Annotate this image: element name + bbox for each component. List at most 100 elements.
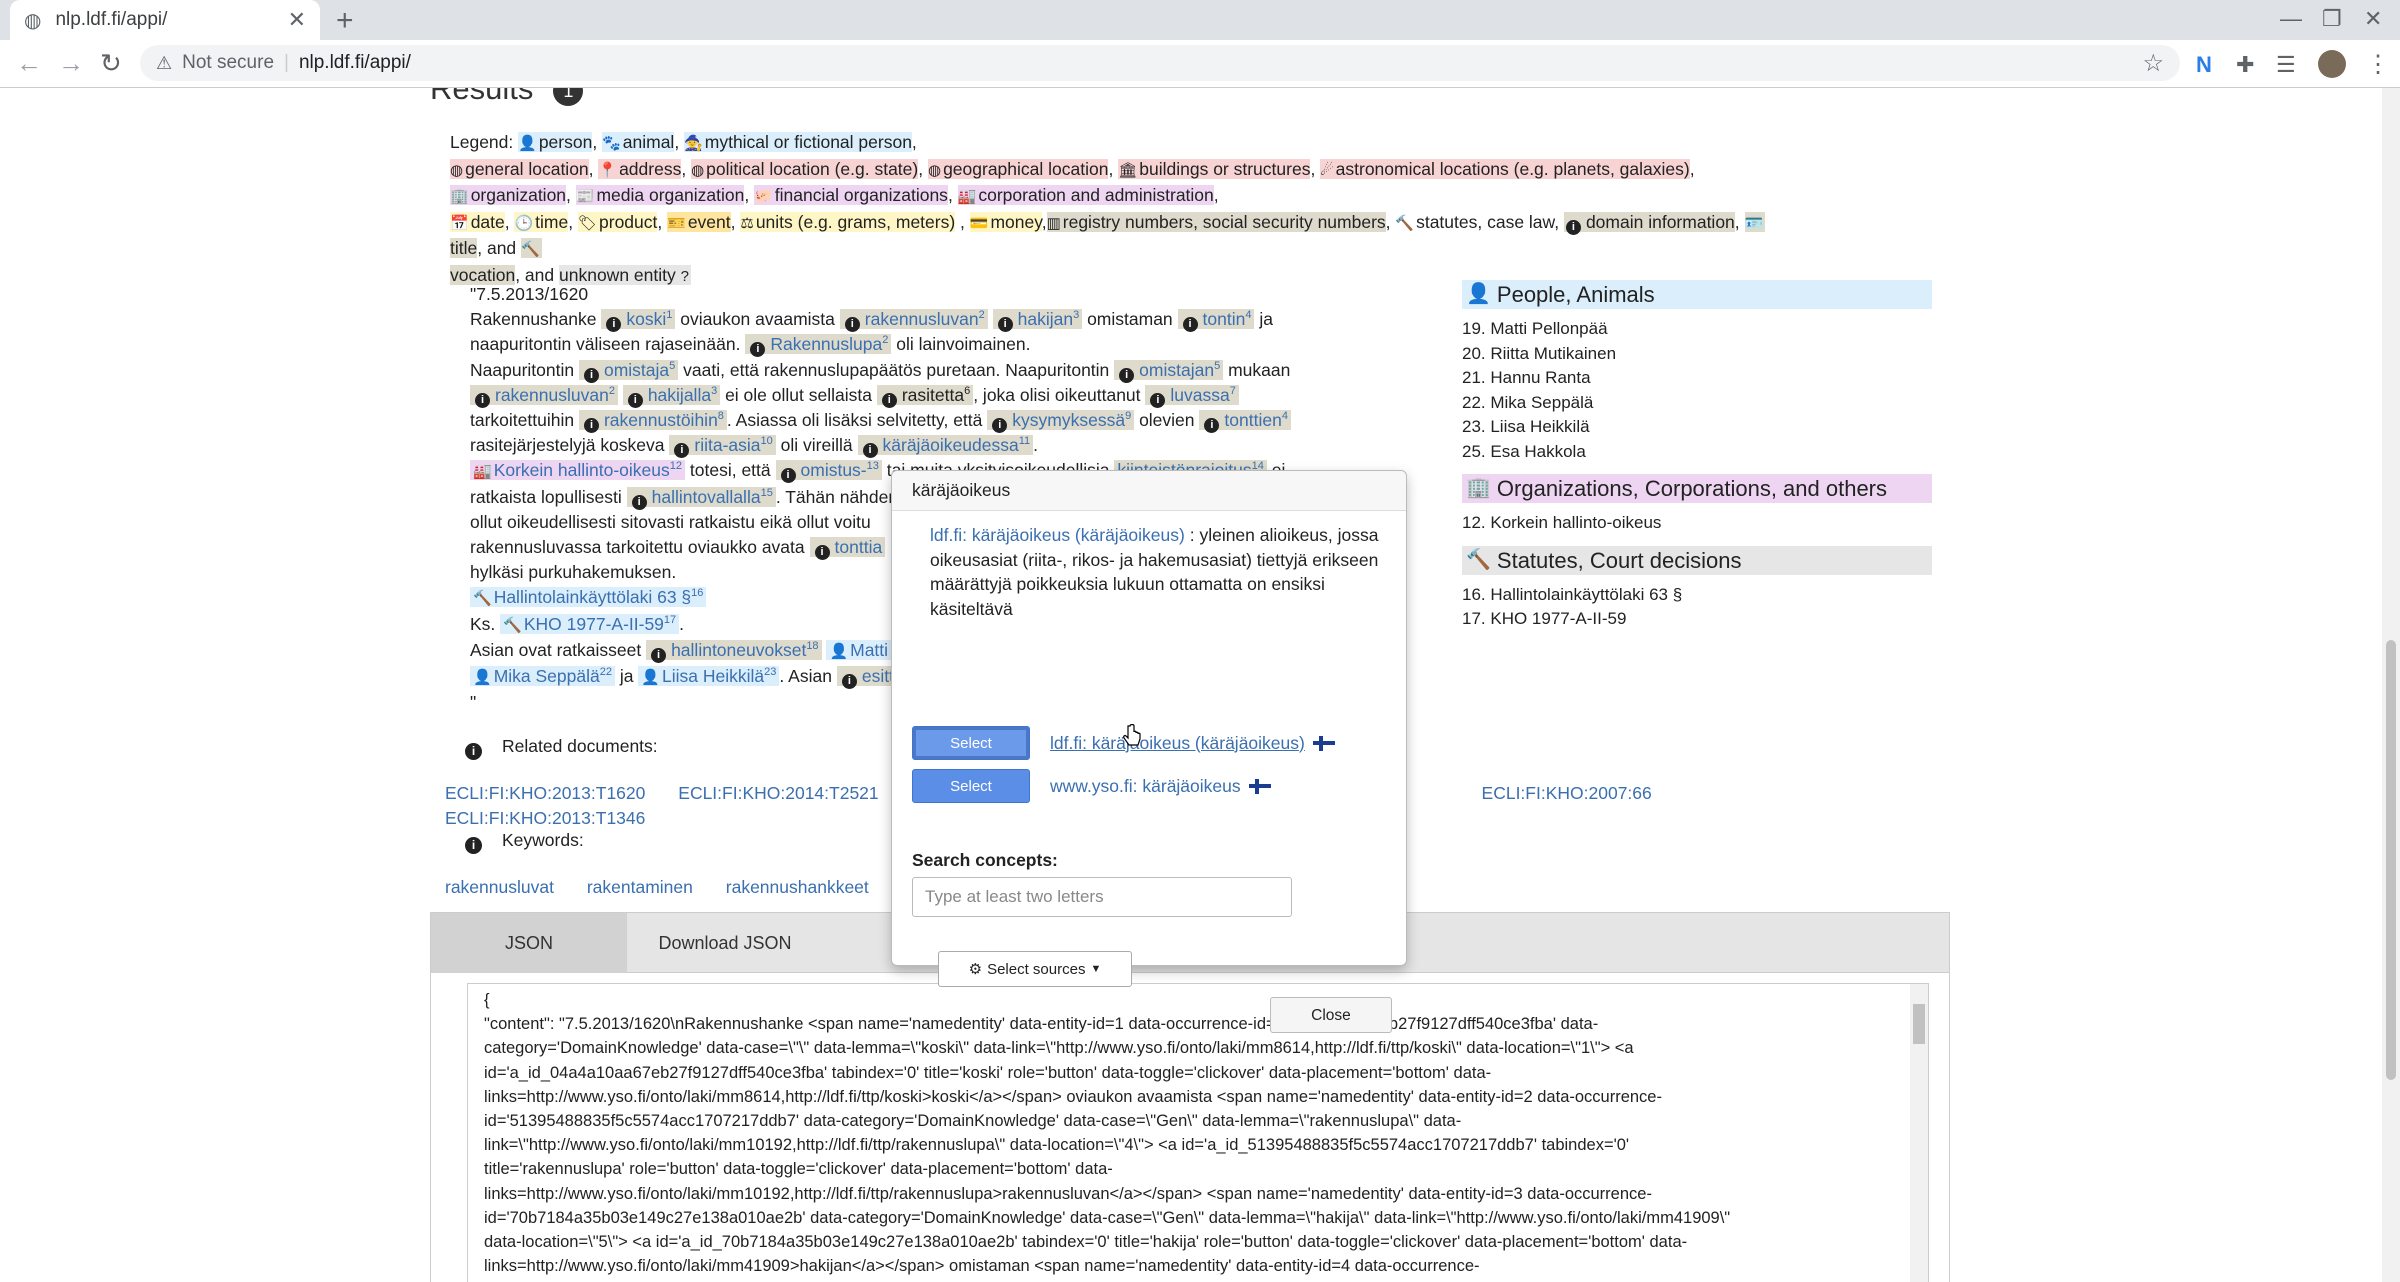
- entity-tonttien[interactable]: i tonttien4: [1199, 410, 1291, 434]
- doc-text: Rakennushanke: [470, 309, 597, 330]
- entity-rakennustoihin[interactable]: i rakennustöihin8: [578, 410, 727, 434]
- entity-hallintoneuvokset[interactable]: i hallintoneuvokset18: [646, 639, 822, 663]
- bookmark-star-icon[interactable]: ☆: [2142, 49, 2164, 78]
- keyword-link[interactable]: rakennusluvat: [445, 877, 554, 897]
- related-doc-link[interactable]: ECLI:FI:KHO:2013:T1620: [445, 783, 645, 803]
- entity-hallintovallalla[interactable]: i hallintovallalla15: [626, 486, 776, 510]
- entity-index: 17: [663, 613, 677, 626]
- finland-flag-icon: [1312, 735, 1335, 751]
- doc-line: rasitejärjestelyjä koskeva i riita-asia10…: [470, 433, 1330, 459]
- entity-hakijan[interactable]: i hakijan3: [992, 309, 1083, 333]
- entity-omistaja[interactable]: i omistaja5: [578, 359, 679, 383]
- entity-text: Liisa Heikkilä: [662, 666, 765, 687]
- legend-buildings-label: buildings or structures: [1139, 158, 1311, 179]
- entity-rakennuslupa[interactable]: i Rakennuslupa2: [745, 334, 892, 358]
- legend-general-location: ◍ general location: [450, 158, 589, 179]
- entity-karajaoikeudessa[interactable]: i käräjäoikeudessa11: [857, 435, 1034, 459]
- related-doc-link[interactable]: ECLI:FI:KHO:2007:66: [1482, 783, 1652, 803]
- extensions-puzzle-icon[interactable]: ✚: [2236, 52, 2254, 78]
- back-icon[interactable]: ←: [16, 48, 42, 79]
- entity-hakijalla[interactable]: i hakijalla3: [622, 384, 721, 408]
- address-bar[interactable]: ⚠ Not secure | nlp.ldf.fi/appi/ ☆: [140, 45, 2180, 81]
- results-heading: Results 1: [430, 88, 584, 107]
- minimize-icon[interactable]: —: [2280, 6, 2302, 32]
- json-scroll-thumb[interactable]: [1913, 1004, 1925, 1044]
- entity-kysymyksessa[interactable]: i kysymyksessä9: [987, 410, 1135, 434]
- entity-index: 22: [599, 666, 612, 679]
- entity-rakennusluvan-2[interactable]: i rakennusluvan2: [470, 384, 618, 408]
- search-concepts-input[interactable]: [912, 877, 1292, 917]
- entity-tontin[interactable]: i tontin4: [1177, 309, 1255, 333]
- concept-desc-link[interactable]: ldf.fi: käräjäoikeus (käräjäoikeus): [930, 525, 1185, 545]
- entity-omistus[interactable]: i omistus-13: [775, 460, 882, 484]
- restore-icon[interactable]: ❐: [2322, 6, 2342, 32]
- close-tab-icon[interactable]: ✕: [288, 7, 306, 33]
- entity-luvassa[interactable]: i luvassa7: [1145, 384, 1239, 408]
- entity-tonttia[interactable]: i tonttia: [809, 537, 886, 561]
- extension-n-icon[interactable]: N: [2196, 52, 2212, 78]
- entity-rakennusluvan[interactable]: i rakennusluvan2: [839, 309, 988, 333]
- concept-option-2: Select www.yso.fi: käräjäoikeus: [912, 769, 1271, 803]
- tab-download-json[interactable]: Download JSON: [627, 913, 823, 973]
- json-textarea[interactable]: { "content": "7.5.2013/1620\nRakennushan…: [467, 983, 1929, 1282]
- entity-rasitetta[interactable]: i rasitetta6: [876, 384, 974, 408]
- doc-line: Naapuritontin i omistaja5 vaati, että rak…: [470, 358, 1330, 383]
- entity-index: 9: [1125, 410, 1132, 423]
- entity-mika-seppala[interactable]: 👤 Mika Seppälä22: [470, 666, 615, 687]
- doc-line: naapuritontin väliseen rajaseinään. i Rak…: [470, 332, 1330, 358]
- entity-matti[interactable]: 👤 Matti: [826, 639, 892, 660]
- close-button[interactable]: Close: [1270, 997, 1392, 1033]
- doc-line: tarkoitettuihin i rakennustöihin8. Asiass…: [470, 408, 1330, 434]
- keyword-link[interactable]: rakennushankkeet: [726, 877, 869, 897]
- select-sources-button[interactable]: ⚙ Select sources ▼: [938, 951, 1132, 987]
- entity-text: tonttia: [834, 537, 883, 558]
- keyword-link[interactable]: rakentaminen: [587, 877, 693, 897]
- new-tab-icon[interactable]: +: [336, 4, 354, 38]
- forward-icon[interactable]: →: [58, 48, 84, 79]
- json-line: links=http://www.yso.fi/onto/laki/mm4190…: [484, 1257, 1480, 1276]
- legend-registry-label: registry numbers, social security number…: [1062, 211, 1386, 232]
- entity-omistajan[interactable]: i omistajan5: [1114, 359, 1224, 383]
- info-icon: i: [606, 317, 622, 333]
- entity-index: 5: [669, 359, 676, 372]
- tags-icon: 🏷: [577, 214, 598, 232]
- reload-icon[interactable]: ↻: [100, 48, 122, 79]
- doc-text: rakennusluvassa tarkoitettu oviaukko ava…: [470, 537, 805, 558]
- entity-index: 2: [882, 334, 889, 347]
- entity-korkein-hallinto-oikeus[interactable]: 🏭 Korkein hallinto-oikeus12: [470, 460, 686, 481]
- entity-koski[interactable]: i koski1: [601, 309, 676, 333]
- concept-option-link[interactable]: www.yso.fi: käräjäoikeus: [1050, 774, 1241, 799]
- legend-general-location-label: general location: [465, 158, 589, 179]
- concept-option-link[interactable]: ldf.fi: käräjäoikeus (käräjäoikeus): [1050, 731, 1305, 756]
- entity-text: käräjäoikeudessa: [882, 435, 1019, 456]
- reading-list-icon[interactable]: ☰: [2276, 52, 2296, 78]
- legend-domain: i domain information: [1563, 211, 1735, 235]
- legend-animal: 🐾 animal: [602, 132, 675, 152]
- entity-hallintolainkayttolaki[interactable]: 🔨 Hallintolainkäyttölaki 63 §16: [470, 587, 707, 608]
- select-button[interactable]: Select: [912, 726, 1030, 760]
- entity-liisa-heikkila[interactable]: 👤 Liisa Heikkilä23: [638, 666, 780, 687]
- keywords-label: i Keywords:: [465, 828, 584, 854]
- kebab-menu-icon[interactable]: ⋮: [2366, 50, 2390, 79]
- legend-political-label: political location (e.g. state): [706, 158, 919, 179]
- close-window-icon[interactable]: ✕: [2364, 6, 2382, 32]
- entity-text: omistus-: [800, 460, 867, 481]
- info-icon: i: [997, 317, 1013, 333]
- results-title: Results: [430, 88, 534, 107]
- select-button[interactable]: Select: [912, 769, 1030, 803]
- doc-text: "7.5.2013/1620: [470, 284, 589, 304]
- profile-avatar[interactable]: [2318, 50, 2346, 78]
- doc-text: . Asian: [779, 666, 832, 687]
- related-doc-link[interactable]: ECLI:FI:KHO:2014:T2521: [678, 783, 878, 803]
- entity-riita-asia[interactable]: i riita-asia10: [669, 435, 776, 459]
- related-doc-link[interactable]: ECLI:FI:KHO:2013:T1346: [445, 808, 645, 828]
- legend: Legend: 👤 person, 🐾 animal, 🧙 mythical or f…: [450, 132, 1766, 285]
- json-scrollbar[interactable]: [1910, 984, 1928, 1282]
- page-scroll-thumb[interactable]: [2386, 640, 2396, 1080]
- legend-media-label: media organization: [596, 185, 745, 205]
- doc-text: vaati, että rakennuslupapäätös puretaan.…: [683, 359, 1110, 380]
- entity-text: hallintovallalla: [651, 486, 761, 507]
- entity-kho-1977[interactable]: 🔨 KHO 1977-A-II-5917: [500, 613, 680, 634]
- browser-tab[interactable]: ◍ nlp.ldf.fi/appi/ ✕: [10, 0, 320, 40]
- tab-json[interactable]: JSON: [431, 913, 627, 973]
